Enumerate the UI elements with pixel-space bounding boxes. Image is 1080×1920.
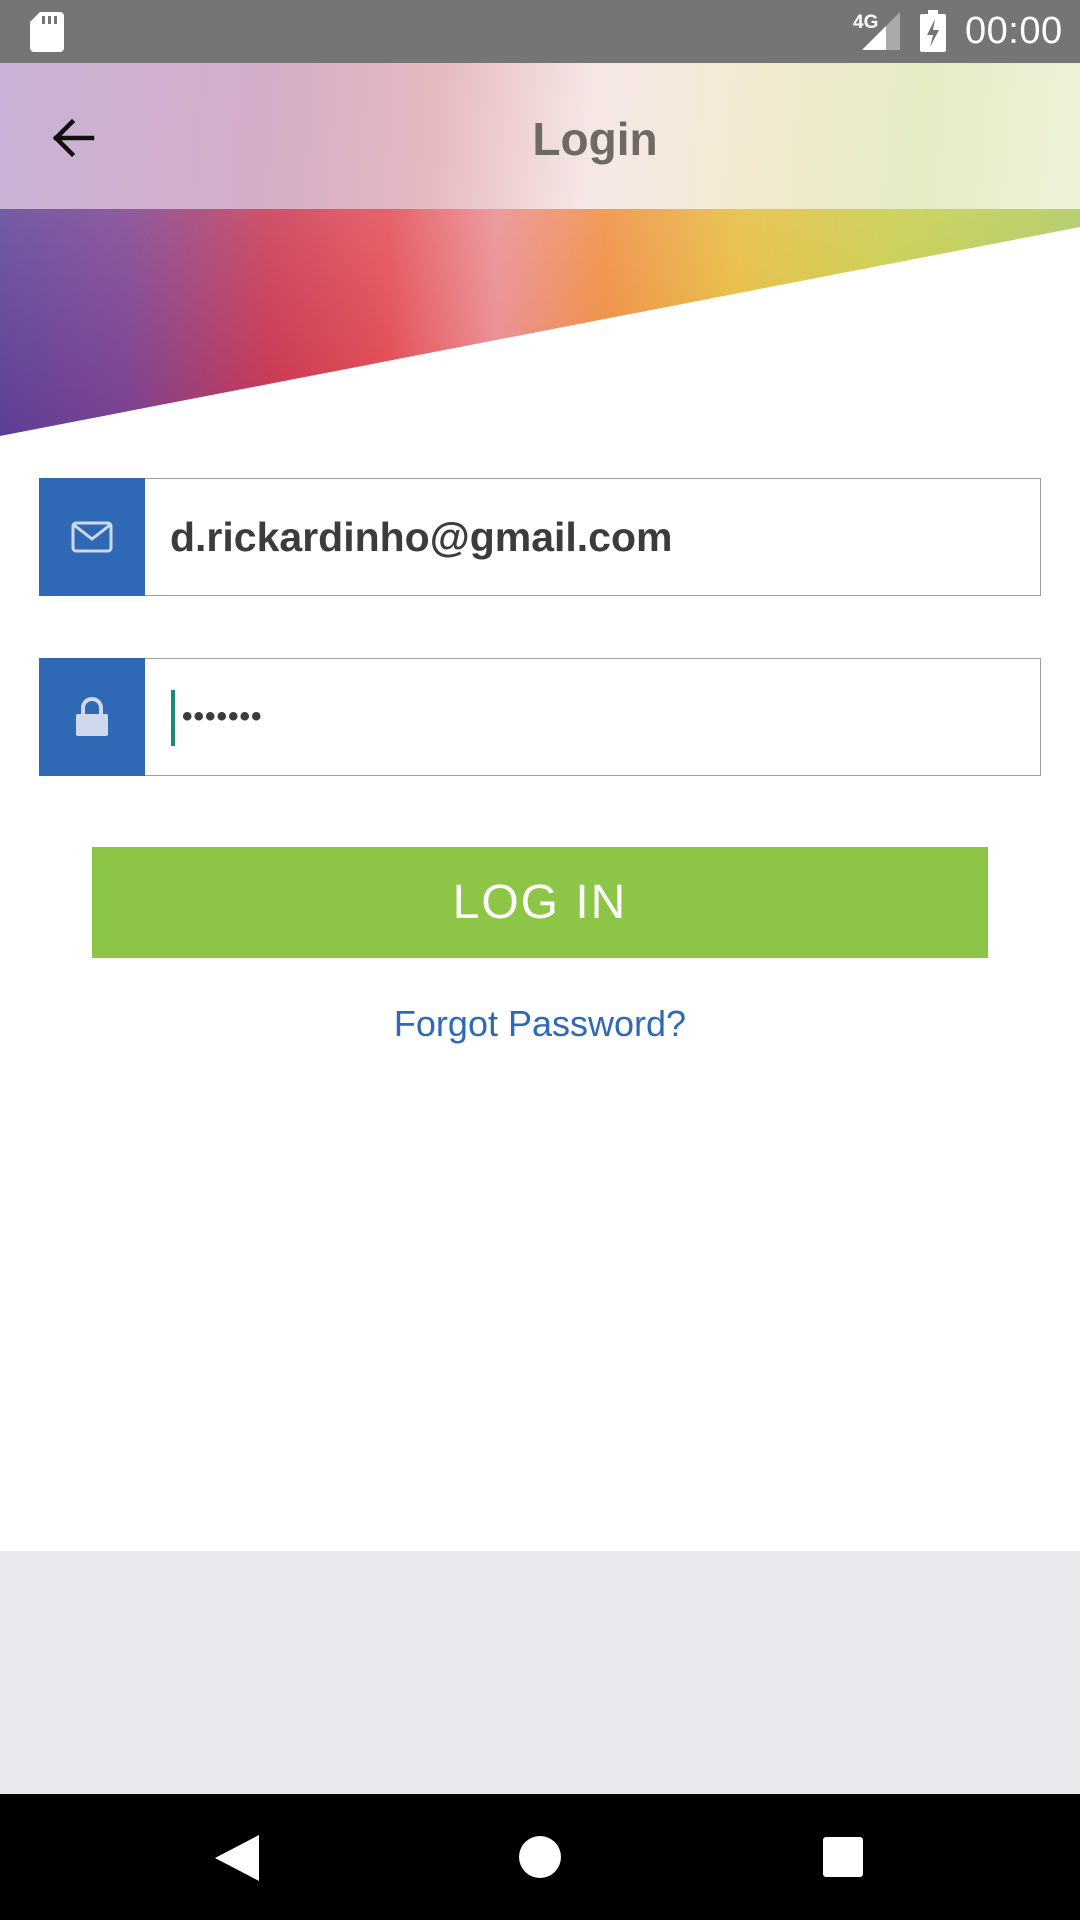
status-bar: 4G 00:00: [0, 0, 1080, 63]
battery-charging-icon: [920, 10, 946, 52]
sd-card-icon: [30, 12, 64, 52]
email-value: d.rickardinho@gmail.com: [170, 514, 673, 560]
password-field[interactable]: •••••••: [39, 658, 1041, 776]
lock-icon: [76, 697, 108, 736]
page-title: Login: [532, 113, 658, 165]
password-value: •••••••: [182, 700, 263, 733]
text-cursor: [171, 690, 175, 746]
password-icon-box: [39, 658, 145, 776]
forgot-password-link[interactable]: Forgot Password?: [0, 1003, 1080, 1045]
footer-area: [0, 1551, 1080, 1794]
nav-back-icon[interactable]: [215, 1835, 259, 1881]
status-clock: 00:00: [965, 10, 1063, 52]
nav-home-icon[interactable]: [519, 1836, 561, 1878]
login-button[interactable]: LOG IN: [92, 847, 988, 958]
email-icon-box: [39, 478, 145, 596]
signal-icon: [862, 12, 900, 50]
mail-icon: [71, 521, 113, 553]
rainbow-banner-graphic: [0, 209, 1080, 436]
email-field[interactable]: d.rickardinho@gmail.com: [39, 478, 1041, 596]
nav-recents-icon[interactable]: [823, 1837, 863, 1877]
